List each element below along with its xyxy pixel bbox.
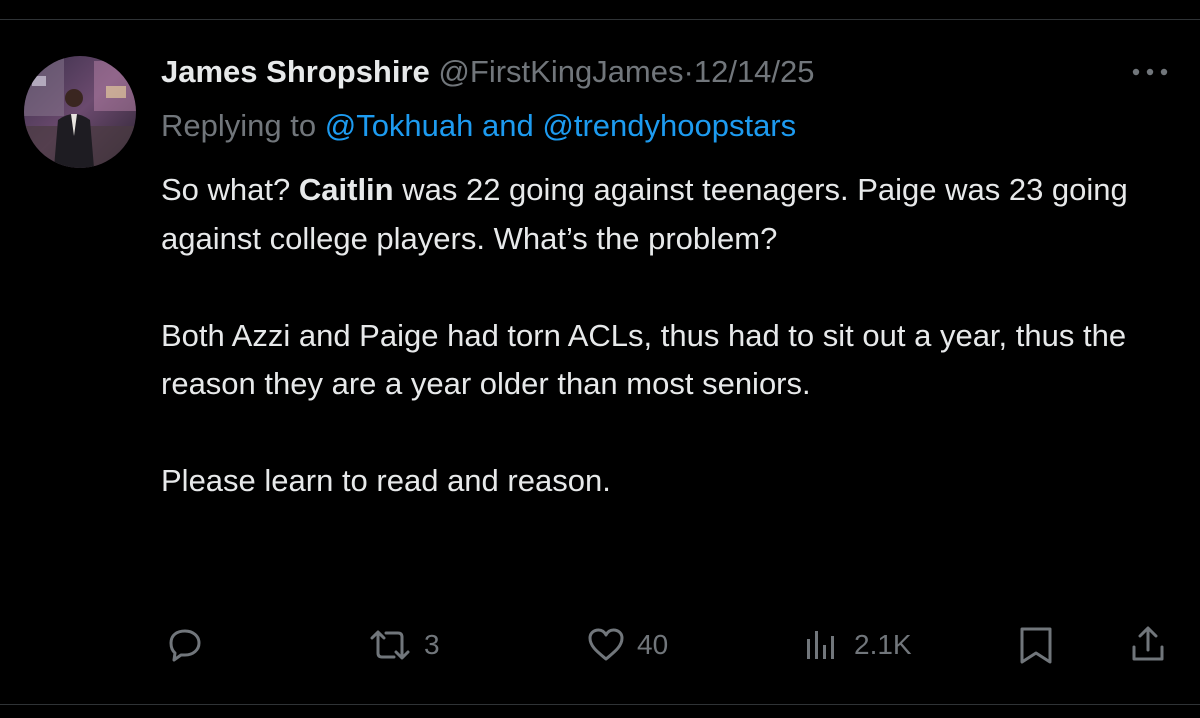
like-button[interactable]: 40 [585,620,668,670]
mention-tokhuah[interactable]: @Tokhuah [325,108,474,143]
heart-icon [585,623,627,667]
para1-start: So what? [161,172,299,207]
display-name[interactable]: James Shropshire [161,54,430,89]
share-button[interactable] [1126,620,1170,670]
retweet-icon [366,623,414,667]
replying-to-line: Replying to @Tokhuah and @trendyhoopstar… [161,106,796,146]
tweet-date[interactable]: 12/14/25 [694,54,815,89]
tweet-actions-bar: 3 40 2.1K [0,620,1200,670]
mention-joiner: and [473,108,543,143]
top-divider [0,19,1200,20]
tweet-header: James Shropshire @FirstKingJames·12/14/2… [161,52,815,92]
views-button[interactable]: 2.1K [800,620,912,670]
like-count: 40 [637,629,669,660]
share-icon [1126,623,1170,667]
para1-bold: Caitlin [298,172,394,207]
avatar[interactable] [24,56,136,168]
mention-trendyhoopstars[interactable]: @trendyhoopstars [542,108,796,143]
tweet-paragraph-1: So what? Caitlin was 22 going against te… [161,166,1171,263]
retweet-count: 3 [424,629,440,660]
separator-dot: · [683,54,694,89]
user-handle[interactable]: @FirstKingJames [438,54,683,89]
bottom-divider [0,704,1200,705]
tweet-paragraph-2: Both Azzi and Paige had torn ACLs, thus … [161,317,1127,402]
bookmark-button[interactable] [1014,620,1058,670]
reply-button[interactable] [163,620,207,670]
views-count: 2.1K [854,629,912,660]
replying-to-label: Replying to [161,108,325,143]
retweet-button[interactable]: 3 [366,620,440,670]
tweet-text: So what? Caitlin was 22 going against te… [161,166,1171,506]
bookmark-icon [1014,623,1058,667]
views-icon [800,623,844,667]
reply-icon [163,623,207,667]
tweet-paragraph-3: Please learn to read and reason. [161,463,611,498]
more-options-icon[interactable] [1128,58,1172,86]
